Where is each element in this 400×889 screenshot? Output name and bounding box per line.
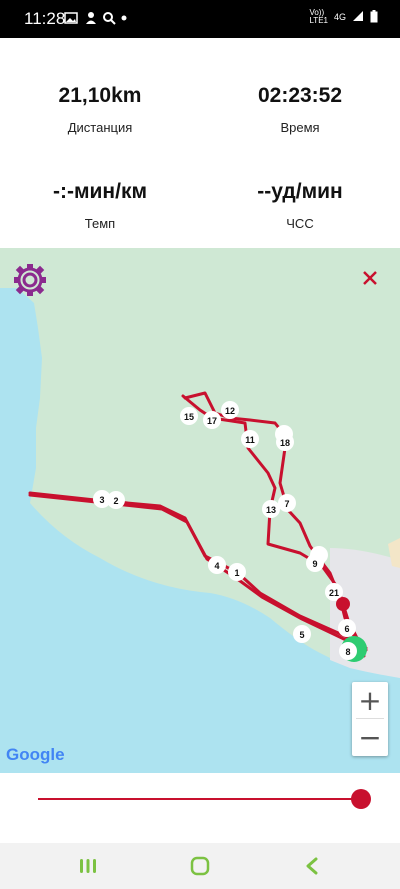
gear-icon (14, 264, 46, 296)
route-marker-18: 18 (280, 438, 290, 448)
pace-label: Темп (84, 216, 116, 231)
time-stat: 02:23:52 Время (200, 84, 400, 135)
battery-icon (370, 9, 378, 25)
google-logo-text: Google (6, 745, 65, 764)
zoom-controls: + − (352, 682, 388, 756)
map-canvas: 3 2 4 1 5 6 15 17 12 11 18 7 13 9 21 8 (0, 248, 400, 678)
route-marker-9: 8 (345, 647, 350, 657)
route-marker-6: 6 (344, 624, 349, 634)
workout-stats: 21,10km Дистанция 02:23:52 Время -:-мин/… (0, 38, 400, 248)
zoom-in-button[interactable]: + (352, 682, 388, 718)
recent-apps-button[interactable] (76, 854, 100, 878)
status-time: 11:28 (24, 9, 66, 28)
route-marker-13: 13 (266, 505, 276, 515)
signal-icon (352, 10, 364, 24)
image-icon (64, 10, 78, 26)
network-bottom-label: LTE1 (309, 16, 328, 25)
route-progress-slider[interactable] (38, 786, 371, 814)
heart-rate-value: --уд/мин (257, 180, 343, 203)
person-icon (84, 10, 98, 26)
distance-stat: 21,10km Дистанция (0, 84, 200, 135)
distance-label: Дистанция (67, 120, 133, 135)
time-label: Время (280, 120, 320, 135)
route-marker-15: 15 (184, 412, 194, 422)
route-marker-21: 21 (329, 588, 339, 598)
route-marker-17: 17 (207, 416, 217, 426)
navigation-bar (0, 843, 400, 889)
google-logo: Google (6, 745, 65, 765)
end-point-marker (336, 597, 350, 611)
settings-button[interactable] (12, 262, 48, 298)
close-icon (363, 271, 377, 285)
distance-value: 21,10km (58, 84, 142, 107)
back-button[interactable] (300, 854, 324, 878)
slider-track (38, 798, 360, 800)
route-map[interactable]: 3 2 4 1 5 6 15 17 12 11 18 7 13 9 21 8 +… (0, 248, 400, 773)
route-marker-5: 5 (299, 630, 304, 640)
route-marker-2: 2 (113, 496, 118, 506)
status-bar: 11:28 Vo)) LTE1 4G (0, 0, 400, 38)
back-icon (306, 857, 318, 875)
heart-rate-stat: --уд/мин ЧСС (200, 180, 400, 231)
dot-icon (121, 10, 127, 26)
time-value: 02:23:52 (257, 84, 343, 107)
close-button[interactable] (356, 264, 384, 292)
route-marker-11: 11 (245, 435, 255, 445)
route-marker-8: 9 (312, 559, 317, 569)
route-marker-12: 12 (225, 406, 235, 416)
recent-apps-icon (80, 859, 96, 873)
zoom-out-button[interactable]: − (352, 719, 388, 755)
slider-thumb[interactable] (351, 789, 371, 809)
route-marker-7: 7 (284, 499, 289, 509)
home-icon (190, 856, 210, 876)
network-type-label: 4G (333, 12, 346, 22)
search-icon (102, 10, 116, 26)
pace-value: -:-мин/км (53, 180, 147, 203)
heart-rate-label: ЧСС (286, 216, 314, 231)
route-marker-3: 3 (99, 495, 104, 505)
urban-area (330, 548, 400, 678)
pace-stat: -:-мин/км Темп (0, 180, 200, 231)
home-button[interactable] (188, 854, 212, 878)
route-marker-4: 4 (214, 561, 219, 571)
route-marker-1: 1 (234, 568, 239, 578)
